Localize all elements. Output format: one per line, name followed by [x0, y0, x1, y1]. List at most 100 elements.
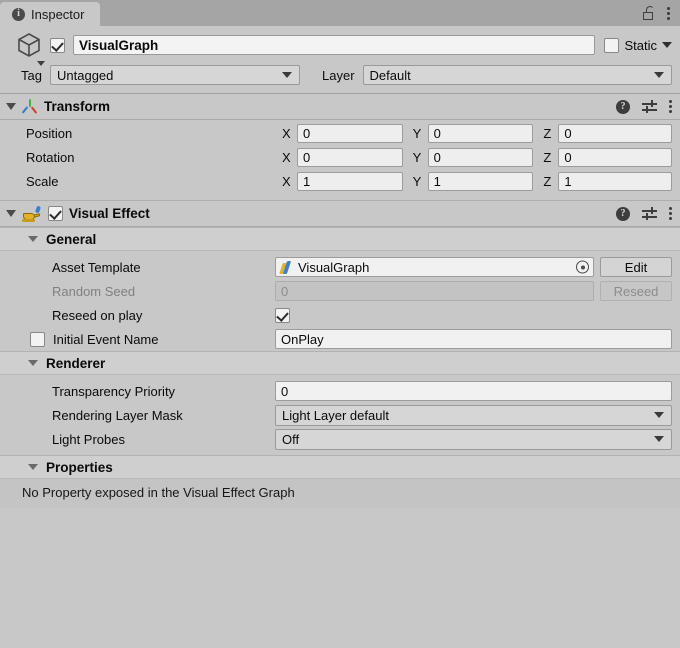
gameobject-name-value: VisualGraph: [79, 37, 159, 53]
general-foldout-icon[interactable]: [28, 236, 38, 242]
chevron-down-icon: [654, 412, 664, 418]
random-seed-value: 0: [281, 283, 289, 299]
inspector-tabbar: i Inspector: [0, 0, 680, 26]
chevron-down-icon: [654, 436, 664, 442]
object-picker-icon[interactable]: [576, 260, 589, 274]
random-seed-row: Random Seed 0 Reseed: [0, 279, 680, 303]
help-icon[interactable]: ?: [616, 206, 630, 221]
position-y-value: 0: [433, 126, 441, 141]
reseed-on-play-checkbox[interactable]: [275, 307, 290, 323]
renderer-section-body: Transparency Priority 0 Rendering Layer …: [0, 375, 680, 451]
renderer-foldout-icon[interactable]: [28, 360, 38, 366]
renderer-section-header[interactable]: Renderer: [0, 351, 680, 375]
static-chevron-down-icon[interactable]: [662, 42, 672, 48]
initial-event-name-label-group: Initial Event Name: [0, 331, 275, 347]
rotation-x-input[interactable]: 0: [297, 148, 403, 167]
rotation-y-input[interactable]: 0: [427, 148, 534, 167]
transparency-priority-input[interactable]: 0: [275, 381, 672, 401]
light-probes-label: Light Probes: [52, 431, 125, 447]
visual-effect-enabled-checkbox[interactable]: [48, 206, 63, 221]
axis-label-z: Z: [543, 150, 552, 165]
tab-inspector[interactable]: i Inspector: [0, 2, 101, 26]
info-icon: i: [12, 7, 25, 21]
random-seed-label: Random Seed: [52, 283, 136, 299]
transparency-priority-label: Transparency Priority: [52, 383, 176, 399]
asset-template-value: VisualGraph: [298, 259, 370, 275]
scale-z-value: 1: [564, 174, 572, 189]
tag-label: Tag: [21, 67, 42, 83]
tab-inspector-label: Inspector: [31, 6, 85, 22]
kebab-menu-icon[interactable]: [667, 6, 670, 20]
vfx-lamp-icon: [22, 205, 42, 222]
rendering-layer-mask-row: Rendering Layer Mask Light Layer default: [0, 403, 680, 427]
properties-empty-message: No Property exposed in the Visual Effect…: [0, 479, 680, 508]
rotation-x-value: 0: [303, 150, 311, 165]
visual-effect-header-actions: ?: [616, 206, 672, 221]
vfx-graph-asset-icon: [279, 260, 293, 274]
general-section-header[interactable]: General: [0, 227, 680, 251]
position-vector3: X 0 Y 0 Z 0: [280, 124, 673, 143]
rendering-layer-mask-dropdown[interactable]: Light Layer default: [275, 404, 672, 426]
random-seed-input: 0: [275, 281, 594, 301]
tag-dropdown[interactable]: Untagged: [50, 65, 300, 85]
axis-label-x: X: [282, 126, 291, 141]
kebab-menu-icon[interactable]: [669, 207, 672, 220]
gameobject-name-input[interactable]: VisualGraph: [73, 35, 596, 55]
axis-label-z: Z: [543, 126, 552, 141]
renderer-title: Renderer: [46, 355, 106, 371]
transform-row-scale: Scale X 1 Y 1 Z 1: [8, 171, 673, 192]
initial-event-name-input[interactable]: OnPlay: [275, 329, 672, 349]
scale-label: Scale: [26, 174, 59, 189]
gameobject-enabled-checkbox[interactable]: [50, 37, 65, 53]
transform-foldout-icon[interactable]: [6, 103, 16, 110]
preset-settings-icon[interactable]: [642, 100, 657, 113]
rotation-z-input[interactable]: 0: [558, 148, 673, 167]
preset-settings-icon[interactable]: [642, 207, 657, 220]
rendering-layer-mask-value: Light Layer default: [282, 407, 389, 423]
edit-button[interactable]: Edit: [600, 257, 672, 277]
transform-properties: Position X 0 Y 0 Z 0 Rotation X 0 Y 0 Z …: [0, 120, 680, 200]
scale-y-input[interactable]: 1: [427, 172, 534, 191]
transparency-priority-row: Transparency Priority 0: [0, 379, 680, 403]
rotation-z-value: 0: [564, 150, 572, 165]
rendering-layer-mask-label: Rendering Layer Mask: [52, 407, 183, 423]
cube-icon[interactable]: [8, 32, 50, 66]
initial-event-name-override-checkbox[interactable]: [30, 331, 45, 347]
position-label: Position: [26, 126, 73, 141]
rotation-z: Z 0: [541, 148, 673, 167]
general-section-body: Asset Template VisualGraph Edit Random S…: [0, 251, 680, 351]
rotation-label: Rotation: [26, 150, 75, 165]
layer-dropdown[interactable]: Default: [362, 65, 672, 85]
scale-z: Z 1: [541, 172, 673, 191]
scale-x-input[interactable]: 1: [297, 172, 403, 191]
transform-component-header[interactable]: Transform ?: [0, 94, 680, 120]
transform-row-position: Position X 0 Y 0 Z 0: [8, 123, 673, 144]
light-probes-row: Light Probes Off: [0, 427, 680, 451]
kebab-menu-icon[interactable]: [669, 100, 672, 113]
visual-effect-foldout-icon[interactable]: [6, 210, 16, 217]
position-y: Y 0: [411, 124, 542, 143]
layer-label: Layer: [322, 67, 355, 83]
properties-section-header[interactable]: Properties: [0, 455, 680, 479]
position-z-input[interactable]: 0: [558, 124, 673, 143]
rotation-y: Y 0: [411, 148, 542, 167]
cube-dropdown-icon[interactable]: [37, 61, 45, 66]
help-icon[interactable]: ?: [616, 99, 630, 114]
position-x: X 0: [280, 124, 411, 143]
visual-effect-title: Visual Effect: [69, 206, 150, 221]
scale-y: Y 1: [411, 172, 542, 191]
asset-template-object-field[interactable]: VisualGraph: [275, 257, 594, 277]
scale-z-input[interactable]: 1: [558, 172, 673, 191]
static-checkbox[interactable]: [604, 37, 620, 53]
axis-label-y: Y: [412, 126, 422, 141]
position-x-input[interactable]: 0: [297, 124, 403, 143]
properties-foldout-icon[interactable]: [28, 464, 38, 470]
lock-icon[interactable]: [643, 6, 655, 20]
reseed-on-play-row: Reseed on play: [0, 303, 680, 327]
light-probes-dropdown[interactable]: Off: [275, 428, 672, 450]
asset-template-label: Asset Template: [52, 259, 141, 275]
visual-effect-component-header[interactable]: Visual Effect ?: [0, 201, 680, 227]
axis-label-x: X: [282, 150, 291, 165]
transform-axis-icon: [21, 98, 38, 115]
position-y-input[interactable]: 0: [427, 124, 534, 143]
